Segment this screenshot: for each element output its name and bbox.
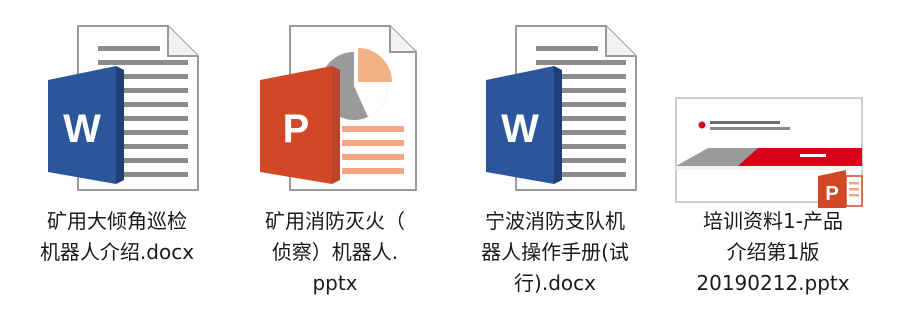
word-badge-letter: W	[501, 107, 539, 151]
word-document-icon: W	[450, 18, 660, 208]
file-name-label: 矿用消防灭火（ 侦察）机器人. pptx	[230, 206, 440, 299]
word-document-icon: W	[12, 18, 222, 208]
file-name-line: 宁波消防支队机	[485, 209, 625, 233]
file-name-line: 20190212.pptx	[696, 271, 850, 295]
ppt-badge-letter: P	[283, 107, 310, 151]
file-name-label: 培训资料1-产品 介绍第1版 20190212.pptx	[668, 206, 878, 299]
file-name-line: 培训资料1-产品	[703, 209, 843, 233]
word-badge-letter: W	[63, 107, 101, 151]
file-name-label: 矿用大倾角巡检 机器人介绍.docx	[12, 206, 222, 268]
file-name-label: 宁波消防支队机 器人操作手册(试 行).docx	[450, 206, 660, 299]
powerpoint-slide-thumbnail: P	[668, 18, 878, 208]
file-item-docx-2[interactable]: W 宁波消防支队机 器人操作手册(试 行).docx	[450, 0, 660, 320]
file-item-pptx-2[interactable]: P 培训资料1-产品 介绍第1版 20190212.pptx	[668, 0, 878, 320]
file-explorer-view: W 矿用大倾角巡检 机器人介绍.docx P 矿用消防灭火（ 侦察）机器人. p…	[0, 0, 902, 320]
file-name-line: 侦察）机器人.	[271, 240, 399, 264]
file-name-line: 行).docx	[514, 271, 596, 295]
powerpoint-document-icon: P	[230, 18, 440, 208]
ppt-badge-letter: P	[825, 183, 838, 205]
file-name-line: 机器人介绍.docx	[39, 240, 195, 264]
file-item-pptx-1[interactable]: P 矿用消防灭火（ 侦察）机器人. pptx	[230, 0, 440, 320]
file-name-line: 器人操作手册(试	[481, 240, 629, 264]
file-name-line: 矿用消防灭火（	[265, 209, 405, 233]
file-item-docx-1[interactable]: W 矿用大倾角巡检 机器人介绍.docx	[12, 0, 222, 320]
file-name-line: 介绍第1版	[726, 240, 820, 264]
file-name-line: pptx	[312, 271, 358, 295]
file-name-line: 矿用大倾角巡检	[47, 209, 187, 233]
